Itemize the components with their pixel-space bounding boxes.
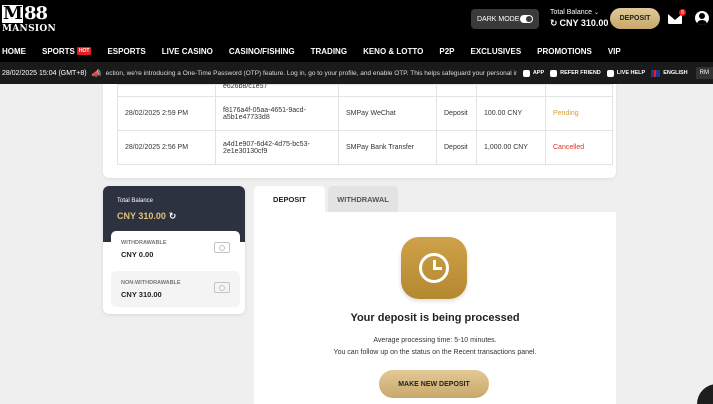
toggle-switch-icon[interactable] xyxy=(520,15,533,23)
follow-up-text: You can follow up on the status on the R… xyxy=(333,349,537,356)
non-withdrawable-value: CNY 310.00 xyxy=(121,290,162,299)
withdrawable-balance: WITHDRAWABLE CNY 0.00 xyxy=(111,231,240,267)
announcement-text: ection, we're introducing a One-Time Pas… xyxy=(105,69,517,77)
logo-88: 88 xyxy=(23,3,48,24)
chevron-down-icon: ⌄ xyxy=(593,10,600,16)
top-bar: M 88 MANSION DARK MODE Total Balance ⌄ ↻ C… xyxy=(0,0,713,40)
announcement-ticker: 28/02/2025 15:04 (GMT+8) 📣 ection, we're… xyxy=(0,62,713,84)
processing-time-text: Average processing time: 5-10 minutes. xyxy=(373,337,497,344)
current-datetime: 28/02/2025 15:04 (GMT+8) xyxy=(2,69,87,77)
uk-flag-icon xyxy=(651,69,661,77)
status-title: Your deposit is being processed xyxy=(350,312,520,324)
transaction-amount: 100.00 CNY xyxy=(476,96,546,131)
rm-button[interactable]: RM xyxy=(695,67,713,79)
transaction-amount: 1,000.00 CNY xyxy=(476,130,546,165)
dark-mode-toggle[interactable]: DARK MODE xyxy=(471,9,539,29)
nav-item-sports[interactable]: SPORTS HOT xyxy=(42,47,92,56)
cash-icon xyxy=(214,242,230,253)
transaction-status: Cancelled xyxy=(545,130,613,165)
tab-withdrawal[interactable]: WITHDRAWAL xyxy=(328,186,398,212)
app-link[interactable]: APP xyxy=(522,69,544,77)
transaction-method: SMPay WeChat xyxy=(338,96,437,131)
non-withdrawable-label: NON-WITHDRAWABLE xyxy=(121,280,181,286)
total-balance-value: CNY 310.00 ↻ xyxy=(117,211,177,221)
nav-item-esports[interactable]: ESPORTS xyxy=(107,47,145,56)
app-icon xyxy=(522,69,530,77)
transaction-id: a4d1e907-6d42-4d75-bc53- 2e1e30130cf9 xyxy=(215,130,339,165)
recent-transactions-panel: e626b8/c1e57 28/02/2025 2:59 PM f8176a4f… xyxy=(103,83,616,178)
withdrawable-label: WITHDRAWABLE xyxy=(121,240,167,246)
refer-friend-icon xyxy=(550,69,558,77)
total-balance-label: Total Balance xyxy=(117,198,154,204)
transactions-table: e626b8/c1e57 28/02/2025 2:59 PM f8176a4f… xyxy=(117,83,613,165)
transaction-id: f8176a4f-05aa-4651-9acd-a5b1e47733d8 xyxy=(215,96,339,131)
nav-item-home[interactable]: HOME xyxy=(2,47,26,56)
transaction-date: 28/02/2025 2:59 PM xyxy=(117,96,216,131)
chat-widget-icon[interactable] xyxy=(697,384,713,404)
withdrawable-value: CNY 0.00 xyxy=(121,250,154,259)
transaction-date: 28/02/2025 2:56 PM xyxy=(117,130,216,165)
table-row: e626b8/c1e57 xyxy=(117,83,613,97)
megaphone-icon: 📣 xyxy=(91,68,102,78)
refresh-icon[interactable]: ↻ xyxy=(550,18,558,29)
user-profile-icon[interactable] xyxy=(695,11,709,25)
main-nav: HOME SPORTS HOT ESPORTS LIVE CASINO CASIN… xyxy=(0,40,713,62)
total-balance-label: Total Balance ⌄ xyxy=(550,9,600,16)
language-selector[interactable]: ENGLISH xyxy=(651,69,688,77)
header-deposit-button[interactable]: DEPOSIT xyxy=(610,8,660,29)
balance-panel: Total Balance CNY 310.00 ↻ WITHDRAWABLE C… xyxy=(103,186,245,314)
dark-mode-label: DARK MODE xyxy=(477,15,520,23)
table-row[interactable]: 28/02/2025 2:59 PM f8176a4f-05aa-4651-9a… xyxy=(117,96,613,131)
non-withdrawable-balance: NON-WITHDRAWABLE CNY 310.00 xyxy=(111,271,240,307)
nav-item-live-casino[interactable]: LIVE CASINO xyxy=(162,47,213,56)
transaction-method: SMPay Bank Transfer xyxy=(338,130,437,165)
total-balance-dropdown[interactable]: Total Balance ⌄ ↻ CNY 310.00 xyxy=(550,9,608,29)
nav-item-exclusives[interactable]: EXCLUSIVES xyxy=(470,47,521,56)
logo-subtitle: MANSION xyxy=(2,24,57,34)
nav-item-trading[interactable]: TRADING xyxy=(311,47,347,56)
nav-item-promotions[interactable]: PROMOTIONS xyxy=(537,47,592,56)
nav-item-vip[interactable]: VIP xyxy=(608,47,621,56)
chat-icon xyxy=(606,69,614,77)
notification-badge: 8 xyxy=(679,9,686,16)
clock-icon xyxy=(401,237,467,299)
logo-mark: M 88 xyxy=(2,3,48,24)
tab-deposit[interactable]: DEPOSIT xyxy=(254,186,325,212)
m88-mansion-logo[interactable]: M 88 MANSION xyxy=(2,3,56,35)
live-help-link[interactable]: LIVE HELP xyxy=(606,69,645,77)
hot-badge: HOT xyxy=(76,47,92,55)
table-row[interactable]: 28/02/2025 2:56 PM a4d1e907-6d42-4d75-bc… xyxy=(117,130,613,165)
locked-cash-icon xyxy=(214,282,230,293)
total-balance-value: ↻ CNY 310.00 xyxy=(550,18,609,29)
transaction-id: e626b8/c1e57 xyxy=(223,83,268,90)
make-new-deposit-button[interactable]: MAKE NEW DEPOSIT xyxy=(379,370,489,398)
logo-m: M xyxy=(2,3,23,24)
nav-item-casino-fishing[interactable]: CASINO/FISHING xyxy=(229,47,295,56)
transaction-status: Pending xyxy=(545,96,613,131)
clock-face xyxy=(419,253,449,283)
nav-item-keno-lotto[interactable]: KENO & LOTTO xyxy=(363,47,423,56)
deposit-status-panel: Your deposit is being processed Average … xyxy=(254,212,616,404)
refer-friend-link[interactable]: REFER FRIEND xyxy=(550,69,601,77)
transaction-type: Deposit xyxy=(436,96,477,131)
nav-item-p2p[interactable]: P2P xyxy=(439,47,454,56)
refresh-icon[interactable]: ↻ xyxy=(169,211,177,221)
transaction-type: Deposit xyxy=(436,130,477,165)
